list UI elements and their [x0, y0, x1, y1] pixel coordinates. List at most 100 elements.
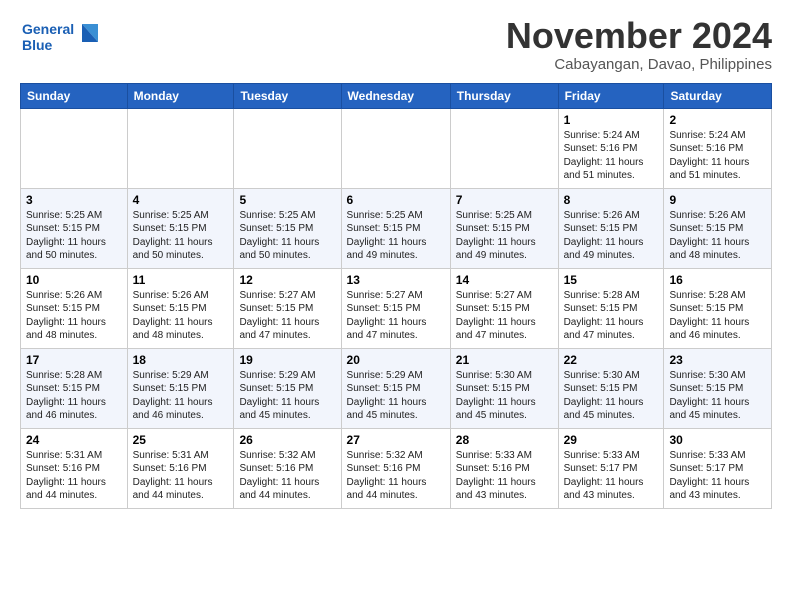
day-number: 26: [239, 433, 335, 447]
logo-area: General Blue: [20, 16, 100, 65]
col-thursday: Thursday: [450, 83, 558, 108]
logo: General Blue: [20, 16, 100, 65]
table-row: 15 Sunrise: 5:28 AMSunset: 5:15 PMDayligh…: [558, 268, 664, 348]
table-row: 25 Sunrise: 5:31 AMSunset: 5:16 PMDayligh…: [127, 428, 234, 508]
table-row: 16 Sunrise: 5:28 AMSunset: 5:15 PMDayligh…: [664, 268, 772, 348]
table-row: 14 Sunrise: 5:27 AMSunset: 5:15 PMDayligh…: [450, 268, 558, 348]
day-info: Sunrise: 5:30 AMSunset: 5:15 PMDaylight:…: [456, 369, 553, 423]
day-number: 25: [133, 433, 229, 447]
day-number: 13: [347, 273, 445, 287]
table-row: 10Sunrise: 5:26 AMSunset: 5:15 PMDayligh…: [21, 268, 128, 348]
table-row: 8Sunrise: 5:26 AMSunset: 5:15 PMDaylight…: [558, 188, 664, 268]
day-info: Sunrise: 5:29 AMSunset: 5:15 PMDaylight:…: [239, 369, 335, 423]
day-number: 30: [669, 433, 766, 447]
table-row: 13 Sunrise: 5:27 AMSunset: 5:15 PMDayligh…: [341, 268, 450, 348]
day-number: 19: [239, 353, 335, 367]
day-info: Sunrise: 5:24 AMSunset: 5:16 PMDaylight:…: [669, 129, 766, 183]
day-info: Sunrise: 5:29 AMSunset: 5:15 PMDaylight:…: [133, 369, 229, 423]
day-number: 22: [564, 353, 659, 367]
col-friday: Friday: [558, 83, 664, 108]
calendar-week-row: 1 Sunrise: 5:24 AMSunset: 5:16 PMDaylight…: [21, 108, 772, 188]
day-number: 3: [26, 193, 122, 207]
day-info: Sunrise: 5:25 AMSunset: 5:15 PMDaylight:…: [239, 209, 335, 263]
svg-text:Blue: Blue: [22, 37, 53, 53]
day-number: 8: [564, 193, 659, 207]
day-info: Sunrise: 5:31 AMSunset: 5:16 PMDaylight:…: [133, 449, 229, 503]
col-sunday: Sunday: [21, 83, 128, 108]
day-number: 4: [133, 193, 229, 207]
day-info: Sunrise: 5:25 AMSunset: 5:15 PMDaylight:…: [133, 209, 229, 263]
day-info: Sunrise: 5:28 AMSunset: 5:15 PMDaylight:…: [669, 289, 766, 343]
col-wednesday: Wednesday: [341, 83, 450, 108]
calendar: Sunday Monday Tuesday Wednesday Thursday…: [20, 83, 772, 509]
day-number: 23: [669, 353, 766, 367]
svg-text:General: General: [22, 21, 74, 37]
day-number: 15: [564, 273, 659, 287]
table-row: [450, 108, 558, 188]
day-number: 24: [26, 433, 122, 447]
table-row: 24 Sunrise: 5:31 AMSunset: 5:16 PMDayligh…: [21, 428, 128, 508]
day-info: Sunrise: 5:30 AMSunset: 5:15 PMDaylight:…: [564, 369, 659, 423]
month-title: November 2024: [506, 16, 772, 56]
day-info: Sunrise: 5:33 AMSunset: 5:16 PMDaylight:…: [456, 449, 553, 503]
table-row: 4 Sunrise: 5:25 AMSunset: 5:15 PMDaylight…: [127, 188, 234, 268]
day-number: 18: [133, 353, 229, 367]
day-info: Sunrise: 5:26 AMSunset: 5:15 PMDaylight:…: [26, 289, 122, 343]
table-row: 9Sunrise: 5:26 AMSunset: 5:15 PMDaylight…: [664, 188, 772, 268]
table-row: 19 Sunrise: 5:29 AMSunset: 5:15 PMDayligh…: [234, 348, 341, 428]
col-saturday: Saturday: [664, 83, 772, 108]
table-row: 21Sunrise: 5:30 AMSunset: 5:15 PMDayligh…: [450, 348, 558, 428]
table-row: 29 Sunrise: 5:33 AMSunset: 5:17 PMDayligh…: [558, 428, 664, 508]
table-row: 11 Sunrise: 5:26 AMSunset: 5:15 PMDayligh…: [127, 268, 234, 348]
table-row: 27 Sunrise: 5:32 AMSunset: 5:16 PMDayligh…: [341, 428, 450, 508]
table-row: 1Sunrise: 5:24 AMSunset: 5:16 PMDaylight…: [558, 108, 664, 188]
day-info: Sunrise: 5:26 AMSunset: 5:15 PMDaylight:…: [133, 289, 229, 343]
day-number: 20: [347, 353, 445, 367]
calendar-week-row: 10Sunrise: 5:26 AMSunset: 5:15 PMDayligh…: [21, 268, 772, 348]
table-row: 23 Sunrise: 5:30 AMSunset: 5:15 PMDayligh…: [664, 348, 772, 428]
calendar-header-row: Sunday Monday Tuesday Wednesday Thursday…: [21, 83, 772, 108]
table-row: 5 Sunrise: 5:25 AMSunset: 5:15 PMDaylight…: [234, 188, 341, 268]
logo-icon: General Blue: [20, 16, 100, 60]
day-info: Sunrise: 5:28 AMSunset: 5:15 PMDaylight:…: [564, 289, 659, 343]
day-number: 6: [347, 193, 445, 207]
day-info: Sunrise: 5:28 AMSunset: 5:15 PMDaylight:…: [26, 369, 122, 423]
table-row: 18 Sunrise: 5:29 AMSunset: 5:15 PMDayligh…: [127, 348, 234, 428]
table-row: 22 Sunrise: 5:30 AMSunset: 5:15 PMDayligh…: [558, 348, 664, 428]
title-area: November 2024 Cabayangan, Davao, Philipp…: [506, 16, 772, 73]
day-info: Sunrise: 5:33 AMSunset: 5:17 PMDaylight:…: [564, 449, 659, 503]
day-info: Sunrise: 5:27 AMSunset: 5:15 PMDaylight:…: [456, 289, 553, 343]
table-row: 3 Sunrise: 5:25 AMSunset: 5:15 PMDaylight…: [21, 188, 128, 268]
day-number: 2: [669, 113, 766, 127]
col-monday: Monday: [127, 83, 234, 108]
day-number: 17: [26, 353, 122, 367]
day-info: Sunrise: 5:31 AMSunset: 5:16 PMDaylight:…: [26, 449, 122, 503]
day-number: 1: [564, 113, 659, 127]
day-number: 12: [239, 273, 335, 287]
table-row: 28 Sunrise: 5:33 AMSunset: 5:16 PMDayligh…: [450, 428, 558, 508]
day-info: Sunrise: 5:26 AMSunset: 5:15 PMDaylight:…: [669, 209, 766, 263]
table-row: 20 Sunrise: 5:29 AMSunset: 5:15 PMDayligh…: [341, 348, 450, 428]
table-row: 12Sunrise: 5:27 AMSunset: 5:15 PMDayligh…: [234, 268, 341, 348]
day-number: 5: [239, 193, 335, 207]
day-number: 27: [347, 433, 445, 447]
day-info: Sunrise: 5:30 AMSunset: 5:15 PMDaylight:…: [669, 369, 766, 423]
calendar-week-row: 17 Sunrise: 5:28 AMSunset: 5:15 PMDayligh…: [21, 348, 772, 428]
calendar-week-row: 3 Sunrise: 5:25 AMSunset: 5:15 PMDaylight…: [21, 188, 772, 268]
day-number: 16: [669, 273, 766, 287]
header: General Blue November 2024 Cabayangan, D…: [20, 16, 772, 73]
calendar-week-row: 24 Sunrise: 5:31 AMSunset: 5:16 PMDayligh…: [21, 428, 772, 508]
day-info: Sunrise: 5:29 AMSunset: 5:15 PMDaylight:…: [347, 369, 445, 423]
day-info: Sunrise: 5:32 AMSunset: 5:16 PMDaylight:…: [239, 449, 335, 503]
col-tuesday: Tuesday: [234, 83, 341, 108]
day-info: Sunrise: 5:25 AMSunset: 5:15 PMDaylight:…: [26, 209, 122, 263]
day-info: Sunrise: 5:32 AMSunset: 5:16 PMDaylight:…: [347, 449, 445, 503]
day-number: 11: [133, 273, 229, 287]
day-number: 14: [456, 273, 553, 287]
table-row: [21, 108, 128, 188]
table-row: 2 Sunrise: 5:24 AMSunset: 5:16 PMDaylight…: [664, 108, 772, 188]
day-info: Sunrise: 5:33 AMSunset: 5:17 PMDaylight:…: [669, 449, 766, 503]
day-number: 29: [564, 433, 659, 447]
day-info: Sunrise: 5:27 AMSunset: 5:15 PMDaylight:…: [347, 289, 445, 343]
day-number: 28: [456, 433, 553, 447]
